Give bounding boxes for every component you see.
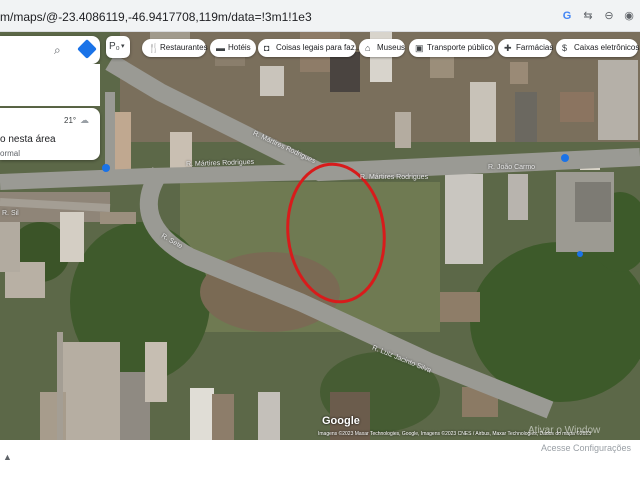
google-logo: Google <box>322 415 360 427</box>
chip-caixas[interactable]: $ Caixas eletrônicos <box>556 39 640 57</box>
browser-address-bar: m/maps/@-23.4086119,-46.9417708,119m/dat… <box>0 0 640 32</box>
chip-coisas-legais[interactable]: ◘ Coisas legais para faz... <box>258 39 361 57</box>
chip-label: Museus <box>377 43 406 52</box>
chip-label: Restaurantes <box>160 43 208 52</box>
camera-icon: ◘ <box>264 43 270 53</box>
card-line-1: o nesta área <box>0 134 56 145</box>
chip-transporte[interactable]: ▣ Transporte público <box>409 39 495 57</box>
chip-restaurantes[interactable]: 🍴 Restaurantes <box>142 39 208 57</box>
pharmacy-icon: ✚ <box>504 43 512 53</box>
search-panel <box>0 64 100 106</box>
translate-icon[interactable]: ⇆ <box>581 9 595 23</box>
chip-label: Hotéis <box>228 43 251 52</box>
zoom-icon[interactable]: ⊖ <box>602 9 616 23</box>
bed-icon: ▬ <box>216 43 225 53</box>
museum-icon: ⌂ <box>365 43 371 53</box>
chip-label: Coisas legais para faz... <box>276 43 362 52</box>
street-label: R. Mártires Rodrigues <box>360 174 429 181</box>
street-label: R. Sil <box>2 210 19 217</box>
windows-activation-subtitle: Acesse Configurações <box>541 443 632 453</box>
chip-farmacias[interactable]: ✚ Farmácias <box>498 39 554 57</box>
bus-icon: ▣ <box>415 43 424 53</box>
caret-up-icon[interactable]: ▲ <box>3 452 12 462</box>
chip-label: Caixas eletrônicos <box>574 43 640 52</box>
windows-activation-title: Ativar o Window <box>528 425 601 436</box>
eye-off-icon[interactable]: ◉ <box>622 9 636 23</box>
card-line-2: ormal <box>0 149 21 158</box>
url-text[interactable]: m/maps/@-23.4086119,-46.9417708,119m/dat… <box>0 10 312 24</box>
cloud-icon: ☁ <box>80 115 89 125</box>
layers-button[interactable]: P₀ ▾ <box>106 36 130 58</box>
chip-label: Transporte público <box>427 43 493 52</box>
weather-card[interactable]: 21° ☁ o nesta área ormal <box>0 108 100 160</box>
directions-icon[interactable] <box>77 39 97 59</box>
street-label: R. João Carmo <box>488 164 536 171</box>
chip-hoteis[interactable]: ▬ Hotéis <box>210 39 256 57</box>
search-box[interactable]: ⌕ <box>0 36 100 64</box>
layers-label: P₀ <box>109 41 120 52</box>
chip-museus[interactable]: ⌂ Museus <box>359 39 405 57</box>
google-g-icon[interactable]: G <box>560 9 574 23</box>
chevron-down-icon: ▾ <box>121 43 125 50</box>
atm-icon: $ <box>562 43 568 53</box>
fork-knife-icon: 🍴 <box>148 43 160 53</box>
chip-label: Farmácias <box>516 43 554 52</box>
search-icon[interactable]: ⌕ <box>54 43 61 58</box>
temperature: 21° <box>64 116 77 125</box>
